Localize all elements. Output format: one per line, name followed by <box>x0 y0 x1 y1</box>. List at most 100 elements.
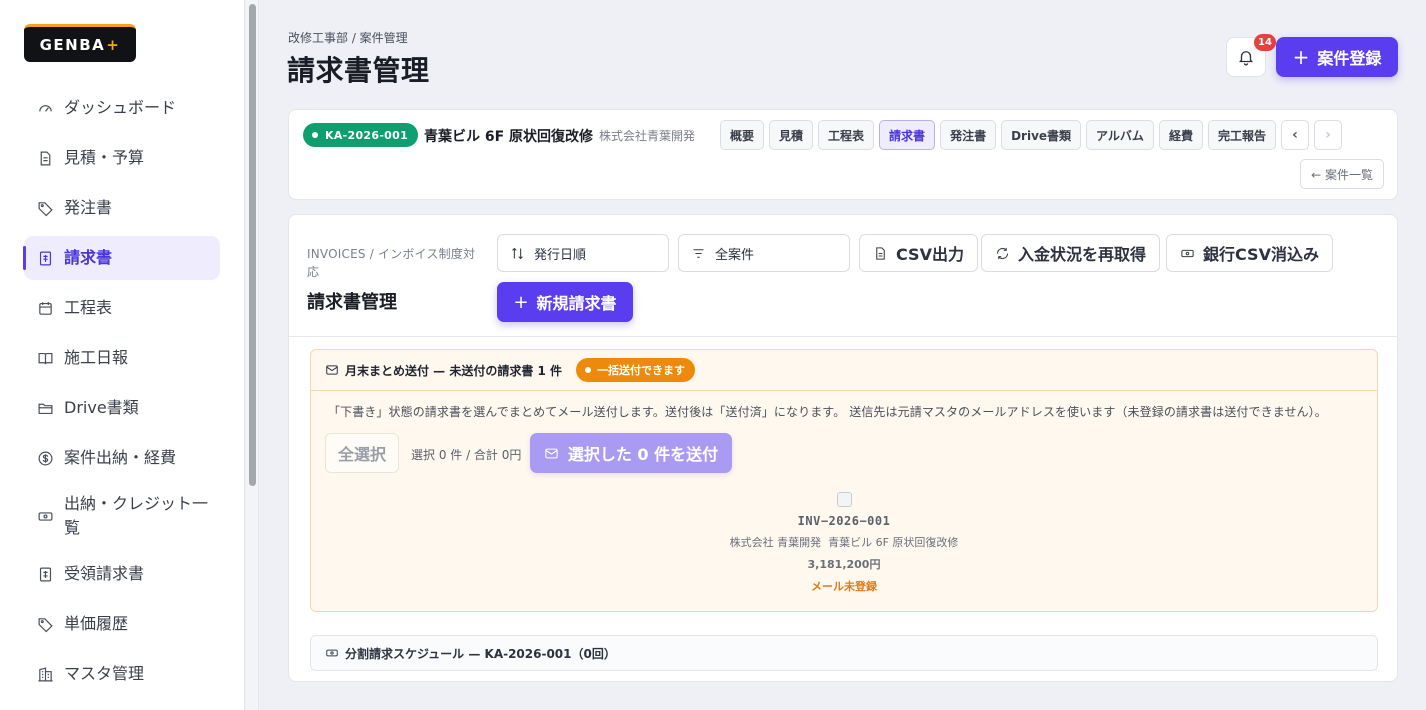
sidebar-item-label: 単価履歴 <box>64 614 129 633</box>
invoices-title: 請求書管理 <box>307 292 397 313</box>
sidebar-nav: ダッシュボード 見積・予算 発注書 請求書 工程表 施工日報 Drive書類 案… <box>23 86 220 702</box>
sidebar-item-label: Drive書類 <box>64 398 139 417</box>
project-tabs: 概要 見積 工程表 請求書 発注書 Drive書類 アルバム 経費 完工報告 ‹… <box>720 120 1347 150</box>
invoice-amount: 3,181,200円 <box>807 558 881 571</box>
calendar-icon <box>36 299 54 317</box>
project-filter-select[interactable]: 全案件 <box>678 234 850 272</box>
bank-csv-reconcile-label: 銀行CSV消込み <box>1203 245 1319 264</box>
sidebar-item-label: ダッシュボード <box>64 98 177 117</box>
banknote-icon <box>1181 249 1194 257</box>
tab-expenses[interactable]: 経費 <box>1158 120 1203 150</box>
app-logo[interactable]: GENBA + <box>24 24 136 62</box>
bank-csv-reconcile-button[interactable]: 銀行CSV消込み <box>1166 234 1333 272</box>
status-badge: 一括送付できます <box>576 358 696 382</box>
sidebar-scrollbar[interactable] <box>246 0 259 710</box>
sidebar-item-project-expenses[interactable]: 案件出納・経費 <box>24 436 220 480</box>
building-icon <box>36 665 54 683</box>
notification-button[interactable]: 14 <box>1226 34 1276 77</box>
sidebar-item-label: 受領請求書 <box>64 564 145 583</box>
send-selected-button[interactable]: 選択した 0 件を送付 <box>530 433 732 473</box>
back-to-projects-button[interactable]: ← 案件一覧 <box>1300 159 1384 189</box>
sidebar-item-master[interactable]: マスタ管理 <box>24 652 220 696</box>
logo-text: GENBA <box>39 35 106 54</box>
batch-send-heading: 月末まとめ送付 — 未送付の請求書 1 件 <box>345 363 563 378</box>
invoice-checkbox[interactable] <box>836 492 852 507</box>
tabs-prev-button[interactable]: ‹ <box>1280 120 1309 150</box>
list-item: INV−2026−001 株式会社 青葉開発 青葉ビル 6F 原状回復改修 3,… <box>311 490 1377 594</box>
dollar-circle-icon <box>36 449 54 467</box>
status-dot-icon <box>585 367 592 373</box>
sidebar-item-label: 工程表 <box>64 298 113 317</box>
logo-accent: + <box>106 35 121 54</box>
sidebar-item-label: 案件出納・経費 <box>64 448 177 467</box>
gauge-icon <box>36 99 54 117</box>
email-missing-warning: メール未登録 <box>811 580 877 593</box>
sidebar-item-label: 発注書 <box>64 198 113 217</box>
sidebar-item-estimate[interactable]: 見積・予算 <box>24 136 220 180</box>
tab-schedule[interactable]: 工程表 <box>818 120 875 150</box>
document-icon <box>36 149 54 167</box>
status-badge-label: 一括送付できます <box>597 364 686 377</box>
file-icon <box>876 246 885 260</box>
batch-send-panel: 月末まとめ送付 — 未送付の請求書 1 件 一括送付できます 「下書き」状態の請… <box>310 349 1378 612</box>
status-dot-icon <box>312 132 318 138</box>
tag-icon <box>36 199 54 217</box>
tab-estimate[interactable]: 見積 <box>769 120 814 150</box>
sidebar-item-dashboard[interactable]: ダッシュボード <box>24 86 220 130</box>
csv-export-button[interactable]: CSV出力 <box>859 234 978 272</box>
page-title: 請求書管理 <box>287 54 430 87</box>
sidebar: GENBA + ダッシュボード 見積・予算 発注書 請求書 工程表 施工日報 D… <box>0 0 245 710</box>
tab-overview[interactable]: 概要 <box>720 120 765 150</box>
sidebar-item-cash-credit[interactable]: 出納・クレジット一覧 <box>24 486 220 546</box>
tab-drive[interactable]: Drive書類 <box>1001 120 1082 150</box>
main-content: 改修工事部 / 案件管理 請求書管理 14 + 案件登録 KA-2026-001… <box>259 0 1426 710</box>
invoices-subtitle: INVOICES / インボイス制度対応 <box>307 247 476 279</box>
sidebar-item-purchase-order[interactable]: 発注書 <box>24 186 220 230</box>
bell-icon <box>1239 51 1253 66</box>
tab-invoices[interactable]: 請求書 <box>879 120 936 150</box>
sidebar-item-daily-report[interactable]: 施工日報 <box>24 336 220 380</box>
tab-album[interactable]: アルバム <box>1086 120 1154 150</box>
sidebar-item-received-invoices[interactable]: 受領請求書 <box>24 552 220 596</box>
sidebar-item-label: 出納・クレジット一覧 <box>64 494 209 537</box>
refresh-payment-label: 入金状況を再取得 <box>1018 245 1147 264</box>
sidebar-item-label: 施工日報 <box>64 348 129 367</box>
filter-icon <box>693 248 704 258</box>
banknote-icon <box>326 649 338 657</box>
project-name: 青葉ビル 6F 原状回復改修 <box>424 129 594 145</box>
invoice-number: INV−2026−001 <box>797 514 891 528</box>
sort-select[interactable]: 発行日順 <box>497 234 669 272</box>
sidebar-item-label: 見積・予算 <box>64 148 145 167</box>
sidebar-item-invoices[interactable]: 請求書 <box>23 236 220 280</box>
invoice-icon <box>36 249 54 267</box>
sort-arrows-icon <box>512 247 523 259</box>
tab-purchase-orders[interactable]: 発注書 <box>940 120 997 150</box>
sidebar-item-unit-price[interactable]: 単価履歴 <box>24 602 220 646</box>
project-client: 株式会社青葉開発 <box>599 129 696 143</box>
invoice-client: 株式会社 青葉開発 <box>729 536 822 549</box>
new-invoice-label: 新規請求書 <box>536 294 617 313</box>
folder-icon <box>36 399 54 417</box>
tab-completion-report[interactable]: 完工報告 <box>1207 120 1276 150</box>
mail-icon <box>326 365 338 375</box>
invoice-project: 青葉ビル 6F 原状回復改修 <box>828 536 959 549</box>
new-invoice-button[interactable]: + 新規請求書 <box>497 282 633 322</box>
refresh-payment-button[interactable]: 入金状況を再取得 <box>981 234 1161 272</box>
installment-schedule-toggle[interactable]: 分割請求スケジュール — KA-2026-001（0回） <box>310 635 1378 671</box>
sidebar-item-label: マスタ管理 <box>64 664 145 683</box>
sidebar-item-schedule[interactable]: 工程表 <box>24 286 220 330</box>
book-icon <box>36 349 54 367</box>
batch-send-header: 月末まとめ送付 — 未送付の請求書 1 件 一括送付できます <box>311 350 1377 391</box>
tabs-next-button[interactable]: › <box>1313 120 1342 150</box>
sidebar-item-label: 請求書 <box>64 248 113 267</box>
receipt-icon <box>36 565 54 583</box>
select-all-button[interactable]: 全選択 <box>325 433 399 473</box>
scrollbar-thumb[interactable] <box>249 4 256 486</box>
add-project-button[interactable]: + 案件登録 <box>1276 37 1398 77</box>
invoices-panel: INVOICES / インボイス制度対応 請求書管理 発行日順 全案件 CSV出… <box>288 214 1398 682</box>
sidebar-item-drive[interactable]: Drive書類 <box>24 386 220 430</box>
add-project-label: 案件登録 <box>1317 49 1382 68</box>
breadcrumb: 改修工事部 / 案件管理 <box>288 31 408 45</box>
notification-count-badge: 14 <box>1254 34 1276 51</box>
project-card: KA-2026-001 青葉ビル 6F 原状回復改修 株式会社青葉開発 概要 見… <box>288 109 1398 200</box>
